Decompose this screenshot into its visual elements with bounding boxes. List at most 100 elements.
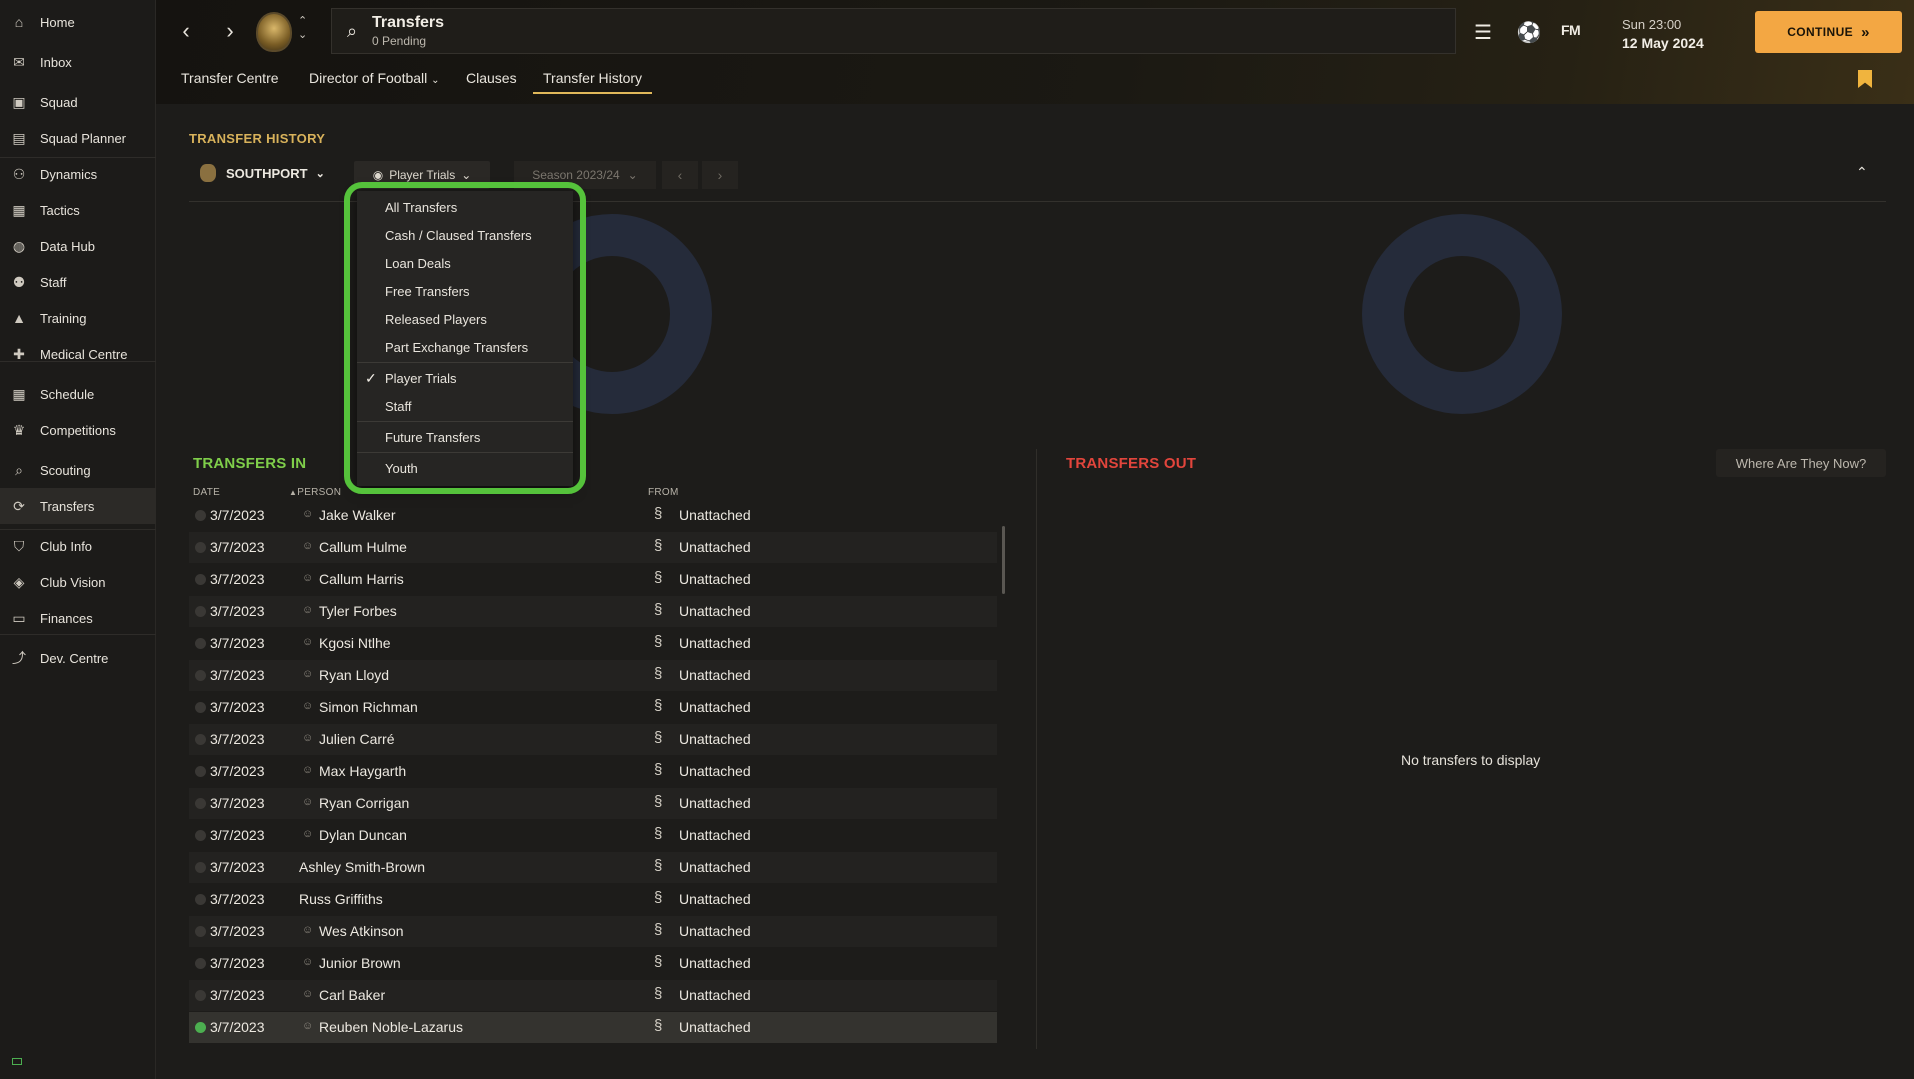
row-checkbox[interactable] bbox=[195, 574, 206, 585]
table-row[interactable]: 3/7/2023 ☺ Wes Atkinson § Unattached bbox=[189, 916, 997, 947]
table-row[interactable]: 3/7/2023 ☺ Callum Harris § Unattached bbox=[189, 564, 997, 595]
where-are-they-now-button[interactable]: Where Are They Now? bbox=[1716, 449, 1886, 477]
table-row[interactable]: 3/7/2023 Russ Griffiths § Unattached bbox=[189, 884, 997, 915]
row-from[interactable]: Unattached bbox=[679, 859, 751, 875]
search-bar[interactable]: ⌕ Transfers 0 Pending bbox=[331, 8, 1456, 54]
row-from[interactable]: Unattached bbox=[679, 923, 751, 939]
row-person[interactable]: Reuben Noble-Lazarus bbox=[319, 1019, 463, 1035]
table-row[interactable]: 3/7/2023 ☺ Junior Brown § Unattached bbox=[189, 948, 997, 979]
table-row[interactable]: 3/7/2023 ☺ Carl Baker § Unattached bbox=[189, 980, 997, 1011]
menu-button[interactable]: ☰ bbox=[1469, 18, 1497, 46]
sidebar-item-dynamics[interactable]: ⚇ Dynamics bbox=[0, 156, 156, 192]
sidebar-item-home[interactable]: ⌂ Home bbox=[0, 4, 156, 40]
sidebar-item-tactics[interactable]: ▦ Tactics bbox=[0, 192, 156, 228]
table-row[interactable]: 3/7/2023 ☺ Ryan Lloyd § Unattached bbox=[189, 660, 997, 691]
club-selector[interactable]: SOUTHPORT ⌄ bbox=[200, 164, 325, 182]
row-from[interactable]: Unattached bbox=[679, 571, 751, 587]
prev-season-button[interactable]: ‹ bbox=[662, 161, 698, 189]
sidebar-item-squad[interactable]: ▣ Squad bbox=[0, 84, 156, 120]
fm-logo[interactable]: FM bbox=[1561, 22, 1581, 38]
row-person[interactable]: Dylan Duncan bbox=[319, 827, 407, 843]
row-person[interactable]: Max Haygarth bbox=[319, 763, 406, 779]
tab-transfer-history[interactable]: Transfer History bbox=[533, 70, 653, 94]
row-person[interactable]: Junior Brown bbox=[319, 955, 401, 971]
row-person[interactable]: Ryan Corrigan bbox=[319, 795, 409, 811]
sidebar-item-finances[interactable]: ▭ Finances bbox=[0, 600, 156, 636]
row-from[interactable]: Unattached bbox=[679, 763, 751, 779]
row-checkbox[interactable] bbox=[195, 638, 206, 649]
table-row[interactable]: 3/7/2023 ☺ Callum Hulme § Unattached bbox=[189, 532, 997, 563]
table-row[interactable]: 3/7/2023 Ashley Smith-Brown § Unattached bbox=[189, 852, 997, 883]
column-date[interactable]: DATE bbox=[193, 487, 220, 498]
table-row[interactable]: 3/7/2023 ☺ Ryan Corrigan § Unattached bbox=[189, 788, 997, 819]
sidebar-item-data-hub[interactable]: ◍ Data Hub bbox=[0, 228, 156, 264]
row-from[interactable]: Unattached bbox=[679, 507, 751, 523]
sidebar-item-club-info[interactable]: ⛉ Club Info bbox=[0, 528, 156, 564]
row-checkbox[interactable] bbox=[195, 798, 206, 809]
row-checkbox[interactable] bbox=[195, 670, 206, 681]
row-from[interactable]: Unattached bbox=[679, 635, 751, 651]
sidebar-item-training[interactable]: ▲ Training bbox=[0, 300, 156, 336]
table-row[interactable]: 3/7/2023 ☺ Tyler Forbes § Unattached bbox=[189, 596, 997, 627]
row-from[interactable]: Unattached bbox=[679, 603, 751, 619]
scrollbar[interactable] bbox=[1002, 526, 1005, 594]
row-from[interactable]: Unattached bbox=[679, 1019, 751, 1035]
row-checkbox[interactable] bbox=[195, 894, 206, 905]
tab-transfer-centre[interactable]: Transfer Centre bbox=[181, 70, 279, 94]
row-from[interactable]: Unattached bbox=[679, 539, 751, 555]
row-from[interactable]: Unattached bbox=[679, 827, 751, 843]
table-row[interactable]: 3/7/2023 ☺ Dylan Duncan § Unattached bbox=[189, 820, 997, 851]
table-row[interactable]: 3/7/2023 ☺ Julien Carré § Unattached bbox=[189, 724, 997, 755]
sidebar-item-squad-planner[interactable]: ▤ Squad Planner bbox=[0, 120, 156, 156]
row-from[interactable]: Unattached bbox=[679, 987, 751, 1003]
collapse-button[interactable]: ⌃ bbox=[1856, 164, 1868, 181]
row-checkbox[interactable] bbox=[195, 510, 206, 521]
sidebar-item-club-vision[interactable]: ◈ Club Vision bbox=[0, 564, 156, 600]
sidebar-item-scouting[interactable]: ⌕ Scouting bbox=[0, 452, 156, 488]
tab-clauses[interactable]: Clauses bbox=[466, 70, 517, 94]
row-person[interactable]: Julien Carré bbox=[319, 731, 394, 747]
tab-director-of-football[interactable]: Director of Football ⌄ bbox=[309, 70, 440, 94]
next-season-button[interactable]: › bbox=[702, 161, 738, 189]
row-from[interactable]: Unattached bbox=[679, 731, 751, 747]
row-person[interactable]: Tyler Forbes bbox=[319, 603, 397, 619]
back-button[interactable]: ‹ bbox=[172, 14, 200, 48]
column-from[interactable]: FROM bbox=[648, 487, 679, 498]
row-person[interactable]: Callum Hulme bbox=[319, 539, 407, 555]
row-checkbox[interactable] bbox=[195, 702, 206, 713]
sidebar-item-competitions[interactable]: ♛ Competitions bbox=[0, 412, 156, 448]
row-checkbox[interactable] bbox=[195, 830, 206, 841]
row-from[interactable]: Unattached bbox=[679, 955, 751, 971]
row-checkbox[interactable] bbox=[195, 606, 206, 617]
table-row[interactable]: 3/7/2023 ☺ Simon Richman § Unattached bbox=[189, 692, 997, 723]
row-person[interactable]: Ashley Smith-Brown bbox=[299, 859, 425, 875]
row-person[interactable]: Callum Harris bbox=[319, 571, 404, 587]
row-person[interactable]: Simon Richman bbox=[319, 699, 418, 715]
club-badge[interactable] bbox=[256, 12, 292, 52]
row-checkbox[interactable] bbox=[195, 958, 206, 969]
forward-button[interactable]: › bbox=[216, 14, 244, 48]
table-row[interactable]: 3/7/2023 ☺ Max Haygarth § Unattached bbox=[189, 756, 997, 787]
table-row[interactable]: 3/7/2023 ☺ Jake Walker § Unattached bbox=[189, 500, 997, 531]
club-switcher[interactable]: ⌃ ⌄ bbox=[298, 14, 307, 42]
row-from[interactable]: Unattached bbox=[679, 667, 751, 683]
sidebar-item-schedule[interactable]: ▦ Schedule bbox=[0, 376, 156, 412]
table-row[interactable]: 3/7/2023 ☺ Kgosi Ntlhe § Unattached bbox=[189, 628, 997, 659]
row-checkbox[interactable] bbox=[195, 926, 206, 937]
row-from[interactable]: Unattached bbox=[679, 699, 751, 715]
row-person[interactable]: Jake Walker bbox=[319, 507, 396, 523]
row-person[interactable]: Ryan Lloyd bbox=[319, 667, 389, 683]
row-checkbox[interactable] bbox=[195, 862, 206, 873]
row-checkbox[interactable] bbox=[195, 1022, 206, 1033]
sidebar-item-medical-centre[interactable]: ✚ Medical Centre bbox=[0, 336, 156, 372]
sidebar-item-transfers[interactable]: ⟳ Transfers bbox=[0, 488, 156, 524]
game-status-button[interactable]: ⚽ bbox=[1515, 18, 1543, 46]
row-checkbox[interactable] bbox=[195, 766, 206, 777]
row-person[interactable]: Wes Atkinson bbox=[319, 923, 404, 939]
table-row[interactable]: 3/7/2023 ☺ Reuben Noble-Lazarus § Unattached bbox=[189, 1012, 997, 1043]
row-checkbox[interactable] bbox=[195, 990, 206, 1001]
row-person[interactable]: Carl Baker bbox=[319, 987, 385, 1003]
column-person[interactable]: ▲PERSON bbox=[289, 487, 341, 498]
row-person[interactable]: Russ Griffiths bbox=[299, 891, 383, 907]
row-from[interactable]: Unattached bbox=[679, 891, 751, 907]
